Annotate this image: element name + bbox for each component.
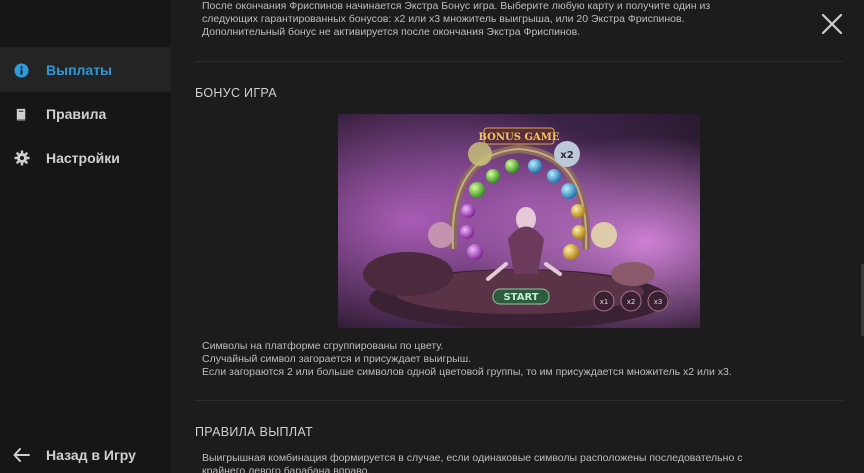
payout-section-title: ПРАВИЛА ВЫПЛАТ <box>195 425 313 439</box>
pot-label: x1 <box>600 298 609 306</box>
description-line: Символы на платформе сгруппированы по цв… <box>202 340 444 352</box>
book-icon <box>13 106 30 123</box>
gear-icon <box>13 150 30 167</box>
description-line: Случайный символ загорается и присуждает… <box>202 353 472 365</box>
payout-text: Выигрышная комбинация формируется в случ… <box>202 452 802 473</box>
arrow-left-icon <box>13 447 30 464</box>
back-to-game-label: Назад в Игру <box>46 447 136 463</box>
section-divider <box>195 61 843 62</box>
back-to-game-button[interactable]: Назад в Игру <box>0 437 171 473</box>
intro-line: Дополнительный бонус не активируется пос… <box>202 26 581 38</box>
sidebar-item-label: Выплаты <box>46 62 113 78</box>
sidebar: Выплаты Правила Настройки Назад в Игру <box>0 0 171 473</box>
payout-line: Выигрышная комбинация формируется в случ… <box>202 452 743 464</box>
start-label: START <box>503 292 538 303</box>
intro-line: следующих гарантированных бонусов: x2 ил… <box>202 13 685 25</box>
bonus-description: Символы на платформе сгруппированы по цв… <box>202 340 802 379</box>
bonus-game-image: BONUS GAME x2 START x1 x2 x3 <box>338 114 700 328</box>
intro-line: После окончания Фриспинов начинается Экс… <box>202 0 711 12</box>
close-icon <box>821 13 843 35</box>
payout-line: крайнего левого барабана вправо. <box>202 465 371 473</box>
bonus-game-banner: BONUS GAME <box>479 132 560 143</box>
sidebar-item-label: Правила <box>46 106 107 122</box>
sidebar-header <box>0 0 171 48</box>
pot-label: x2 <box>627 298 636 306</box>
main-content: После окончания Фриспинов начинается Экс… <box>171 0 864 473</box>
description-line: Если загораются 2 или больше символов од… <box>202 366 732 378</box>
multiplier-badge: x2 <box>560 150 573 161</box>
sidebar-item-rules[interactable]: Правила <box>0 92 171 136</box>
section-divider <box>195 400 843 401</box>
sidebar-item-payouts[interactable]: Выплаты <box>0 48 171 92</box>
intro-text: После окончания Фриспинов начинается Экс… <box>202 0 802 39</box>
bonus-section-title: БОНУС ИГРА <box>195 86 277 100</box>
close-button[interactable] <box>820 12 844 36</box>
info-icon <box>13 62 30 79</box>
pot-label: x3 <box>654 298 663 306</box>
sidebar-item-label: Настройки <box>46 150 120 166</box>
sidebar-item-settings[interactable]: Настройки <box>0 136 171 180</box>
